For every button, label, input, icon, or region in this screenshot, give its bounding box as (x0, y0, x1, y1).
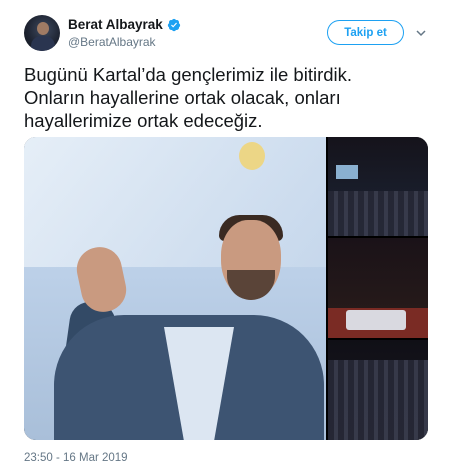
display-name[interactable]: Berat Albayrak (68, 17, 163, 32)
follow-button[interactable]: Takip et (327, 20, 404, 45)
photo-thumbnail[interactable] (328, 238, 428, 338)
author-info[interactable]: Berat Albayrak @BeratAlbayrak (68, 17, 181, 49)
avatar[interactable] (24, 15, 60, 51)
verified-badge-icon (167, 18, 180, 31)
timestamp[interactable]: 23:50 - 16 Mar 2019 (24, 452, 128, 464)
handle[interactable]: @BeratAlbayrak (68, 35, 181, 49)
media-grid (24, 137, 428, 440)
photo-main[interactable] (24, 137, 326, 440)
photo-thumbnail[interactable] (328, 340, 428, 440)
chevron-down-icon[interactable] (415, 27, 427, 39)
tweet-text: Bugünü Kartal’da gençlerimiz ile bitirdi… (24, 64, 353, 131)
tweet-header: Berat Albayrak @BeratAlbayrak Takip et (24, 15, 434, 55)
photo-thumbnail[interactable] (328, 137, 428, 236)
